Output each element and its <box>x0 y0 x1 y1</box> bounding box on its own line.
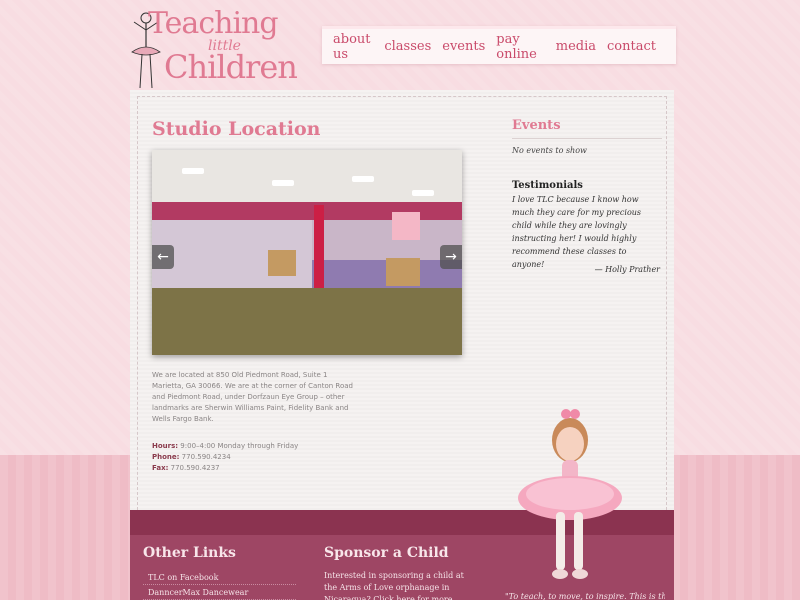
fax-label: Fax: <box>152 464 169 472</box>
main-nav: about us classes events pay online media… <box>322 26 676 64</box>
nav-pay-online[interactable]: pay online <box>496 32 545 62</box>
page-title: Studio Location <box>152 118 321 140</box>
ceiling-light <box>352 176 374 182</box>
photo-shelf <box>268 250 296 276</box>
testimonials-heading: Testimonials <box>512 180 583 191</box>
events-heading: Events <box>512 118 561 133</box>
hours-label: Hours: <box>152 442 179 450</box>
ceiling-light <box>272 180 294 186</box>
nav-events[interactable]: events <box>442 39 485 54</box>
girl-ballerina-image <box>518 409 622 579</box>
nav-media[interactable]: media <box>556 39 596 54</box>
site-logo[interactable]: Teaching little Children <box>128 4 298 94</box>
slideshow-prev-button[interactable]: ← <box>152 245 174 269</box>
photo-floor <box>152 288 462 355</box>
events-divider <box>512 138 662 139</box>
fax-value: 770.590.4237 <box>168 464 220 472</box>
phone-line: Phone: 770.590.4234 <box>152 452 352 463</box>
arrow-right-icon: → <box>445 249 457 265</box>
hours-line: Hours: 9:00–4:00 Monday through Friday <box>152 441 352 452</box>
testimonial-author: — Holly Prather <box>594 265 660 274</box>
phone-label: Phone: <box>152 453 180 461</box>
studio-photo <box>152 150 462 355</box>
logo-text-children: Children <box>164 48 298 86</box>
footer-link-dancewear[interactable]: DanncerMax Dancewear <box>143 586 296 600</box>
ceiling-light <box>182 168 204 174</box>
footer-link-facebook[interactable]: TLC on Facebook <box>143 571 296 585</box>
other-links-heading: Other Links <box>143 545 236 561</box>
studio-address: We are located at 850 Old Piedmont Road,… <box>152 371 353 423</box>
testimonial-text: I love TLC because I know how much they … <box>512 195 642 269</box>
footer-quote: "To teach, to move, to inspire. This is … <box>505 592 665 600</box>
events-empty-message: No events to show <box>512 146 587 155</box>
sponsor-heading: Sponsor a Child <box>324 545 449 561</box>
nav-classes[interactable]: classes <box>384 39 431 54</box>
phone-value: 770.590.4234 <box>179 453 231 461</box>
photo-pillar <box>314 205 324 295</box>
nav-contact[interactable]: contact <box>607 39 656 54</box>
nav-about-us[interactable]: about us <box>333 32 373 62</box>
slideshow-next-button[interactable]: → <box>440 245 462 269</box>
arrow-left-icon: ← <box>157 249 169 265</box>
ceiling-light <box>412 190 434 196</box>
photo-window <box>392 212 420 240</box>
hours-value: 9:00–4:00 Monday through Friday <box>178 442 299 450</box>
sponsor-text[interactable]: Interested in sponsoring a child at the … <box>324 570 474 600</box>
fax-line: Fax: 770.590.4237 <box>152 463 352 474</box>
photo-shelf <box>386 258 420 286</box>
logo-text-teaching: Teaching <box>148 6 279 41</box>
contact-info: Hours: 9:00–4:00 Monday through Friday P… <box>152 441 352 474</box>
